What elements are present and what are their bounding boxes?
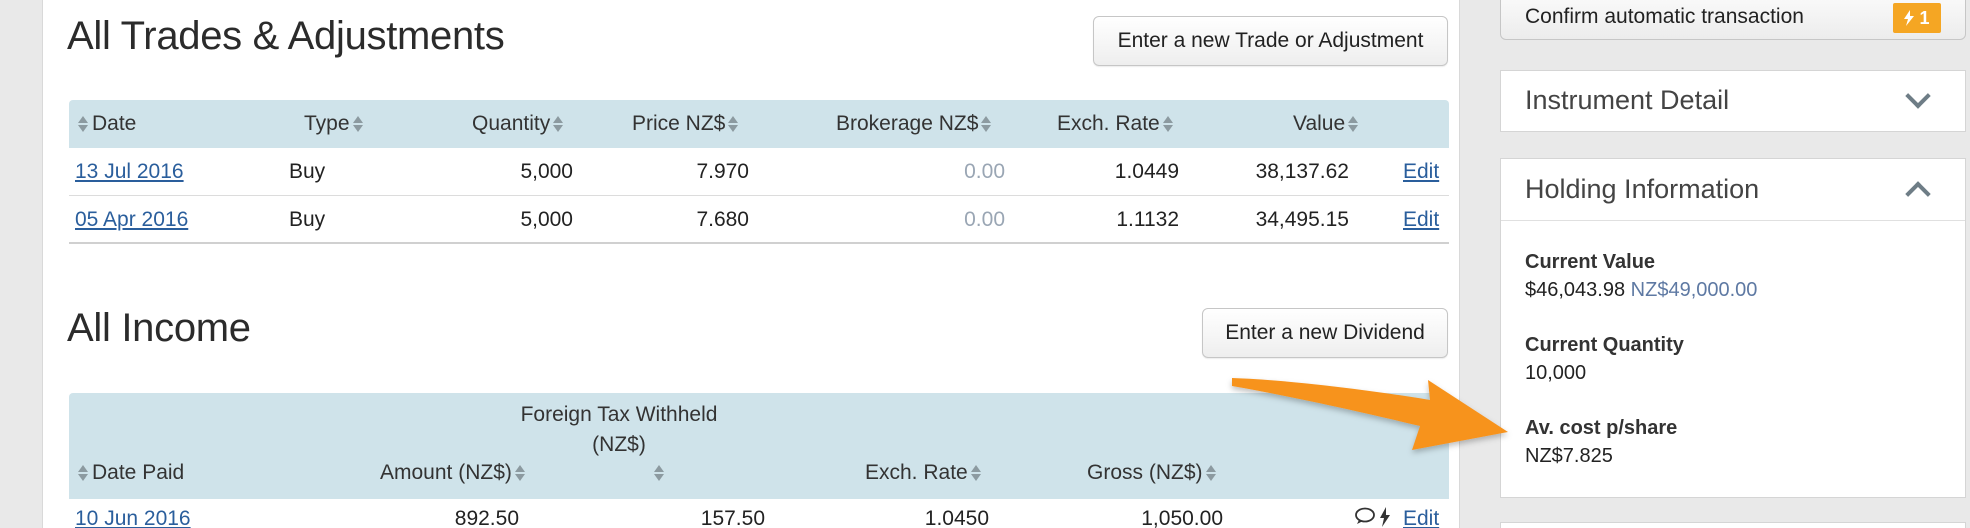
table-row: 13 Jul 2016 Buy 5,000 7.970 0.00 1.0449 … — [69, 148, 1449, 196]
trade-type: Buy — [289, 208, 326, 231]
trade-exch-rate: 1.0449 — [1114, 160, 1179, 183]
sort-icon — [728, 115, 739, 133]
col-foreign-tax[interactable]: Foreign Tax Withheld (NZ$) — [469, 403, 769, 485]
holding-information-panel: Holding Information Current Value $46,04… — [1500, 158, 1966, 498]
income-date-link[interactable]: 10 Jun 2016 — [75, 507, 191, 528]
instrument-detail-title: Instrument Detail — [1525, 85, 1730, 115]
instrument-detail-panel[interactable]: Instrument Detail — [1500, 70, 1966, 132]
new-trade-button[interactable]: Enter a new Trade or Adjustment — [1093, 16, 1448, 66]
current-value-label: Current Value — [1525, 251, 1656, 273]
trade-brokerage: 0.00 — [964, 208, 1005, 231]
table-row: 10 Jun 2016 892.50 157.50 1.0450 1,050.0… — [69, 499, 1449, 528]
sort-icon — [970, 464, 982, 482]
trades-title: All Trades & Adjustments — [67, 14, 505, 58]
current-quantity-label: Current Quantity — [1525, 334, 1684, 356]
col-date[interactable]: Date — [75, 112, 136, 136]
current-value-nzd: NZ$49,000.00 — [1630, 279, 1758, 301]
confirm-automatic-transaction-button[interactable]: Confirm automatic transaction 1 — [1500, 0, 1966, 40]
trade-quantity: 5,000 — [520, 208, 573, 231]
chevron-down-icon[interactable] — [1905, 83, 1931, 109]
next-panel — [1500, 522, 1966, 528]
sort-icon — [1348, 115, 1359, 133]
income-exch-rate: 1.0450 — [924, 507, 989, 528]
income-title: All Income — [67, 306, 251, 350]
sort-icon — [78, 464, 89, 482]
trade-date-link[interactable]: 05 Apr 2016 — [75, 208, 188, 232]
col-date-paid[interactable]: Date Paid — [75, 461, 184, 485]
col-exch-rate[interactable]: Exch. Rate — [865, 461, 985, 485]
trade-price: 7.680 — [696, 208, 749, 231]
sort-icon — [1205, 464, 1217, 482]
table-row: 05 Apr 2016 Buy 5,000 7.680 0.00 1.1132 … — [69, 196, 1449, 244]
confirm-label: Confirm automatic transaction — [1525, 5, 1804, 28]
trade-exch-rate: 1.1132 — [1116, 208, 1179, 231]
trade-quantity: 5,000 — [520, 160, 573, 183]
col-quantity[interactable]: Quantity — [472, 112, 567, 136]
trades-table-header: Date Type Quantity Price NZ$ Brokerage N… — [69, 100, 1449, 148]
trade-brokerage: 0.00 — [964, 160, 1005, 183]
col-type[interactable]: Type — [304, 112, 367, 136]
sort-icon — [1162, 115, 1174, 133]
edit-link[interactable]: Edit — [1403, 208, 1439, 232]
holding-information-title: Holding Information — [1525, 174, 1760, 204]
annotation-arrow-icon — [1232, 378, 1508, 450]
col-gross[interactable]: Gross (NZ$) — [1087, 461, 1220, 485]
trade-date-link[interactable]: 13 Jul 2016 — [75, 160, 184, 184]
trade-value: 34,495.15 — [1255, 208, 1349, 231]
chevron-up-icon[interactable] — [1905, 181, 1931, 207]
sort-icon — [553, 115, 564, 133]
trade-value: 38,137.62 — [1255, 160, 1349, 183]
income-amount: 892.50 — [454, 507, 519, 528]
col-value[interactable]: Value — [1293, 112, 1362, 136]
edit-link[interactable]: Edit — [1403, 507, 1439, 528]
trade-type: Buy — [289, 160, 326, 183]
col-price[interactable]: Price NZ$ — [632, 112, 742, 136]
sort-icon — [352, 115, 364, 133]
lightning-icon — [1379, 507, 1391, 528]
comment-icon[interactable] — [1354, 507, 1376, 528]
avg-cost: NZ$7.825 — [1525, 445, 1613, 467]
sort-icon — [78, 115, 89, 133]
new-dividend-button[interactable]: Enter a new Dividend — [1202, 308, 1448, 358]
trade-price: 7.970 — [696, 160, 749, 183]
avg-cost-label: Av. cost p/share — [1525, 417, 1678, 439]
income-foreign-tax: 157.50 — [700, 507, 765, 528]
edit-link[interactable]: Edit — [1403, 160, 1439, 184]
current-quantity: 10,000 — [1525, 362, 1587, 384]
current-value: $46,043.98 NZ$49,000.00 — [1525, 279, 1758, 301]
sort-icon — [981, 115, 992, 133]
sort-icon — [653, 464, 665, 482]
income-gross: 1,050.00 — [1141, 507, 1223, 528]
lightning-icon — [1904, 10, 1915, 26]
col-brokerage[interactable]: Brokerage NZ$ — [836, 112, 995, 136]
col-exch-rate[interactable]: Exch. Rate — [1057, 112, 1177, 136]
holding-information-header[interactable]: Holding Information — [1501, 159, 1965, 221]
notification-badge: 1 — [1893, 3, 1941, 33]
